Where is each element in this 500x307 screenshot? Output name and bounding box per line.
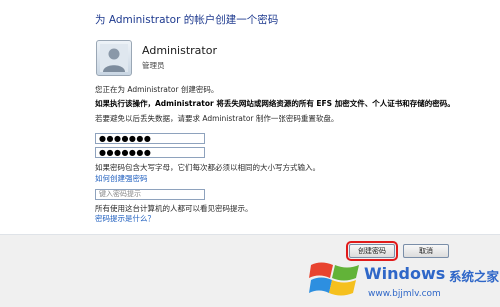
reset-tip-text: 若要避免以后丢失数据，请要求 Administrator 制作一张密码重置软盘。 bbox=[95, 114, 339, 123]
watermark-site: www.bjjmlv.com bbox=[368, 289, 441, 299]
case-note-text: 如果密码包含大写字母，它们每次都必须以相同的大小写方式输入。 bbox=[95, 163, 320, 172]
watermark-brand-zh: 系统之家 bbox=[449, 269, 500, 284]
intro-text: 您正在为 Administrator 创建密码。 bbox=[95, 85, 219, 94]
cancel-button[interactable]: 取消 bbox=[403, 244, 449, 258]
confirm-password-field[interactable]: ●●●●●●● bbox=[95, 147, 205, 158]
new-password-field[interactable]: ●●●●●●● bbox=[95, 133, 205, 144]
watermark-brand: Windows bbox=[364, 264, 446, 283]
dialog-title: 为 Administrator 的帐户创建一个密码 bbox=[95, 14, 279, 26]
account-name: Administrator bbox=[142, 44, 217, 57]
password-hint-help-link[interactable]: 密码提示是什么？ bbox=[95, 213, 155, 224]
warning-text: 如果执行该操作，Administrator 将丢失网站或网络资源的所有 EFS … bbox=[95, 99, 455, 108]
strong-password-link[interactable]: 如何创建强密码 bbox=[95, 173, 148, 184]
account-type: 管理员 bbox=[142, 61, 165, 70]
password-hint-field[interactable]: 键入密码提示 bbox=[95, 189, 205, 200]
user-avatar-icon bbox=[96, 40, 132, 76]
windows-logo-icon bbox=[309, 259, 361, 303]
create-password-button[interactable]: 创建密码 bbox=[346, 241, 398, 261]
